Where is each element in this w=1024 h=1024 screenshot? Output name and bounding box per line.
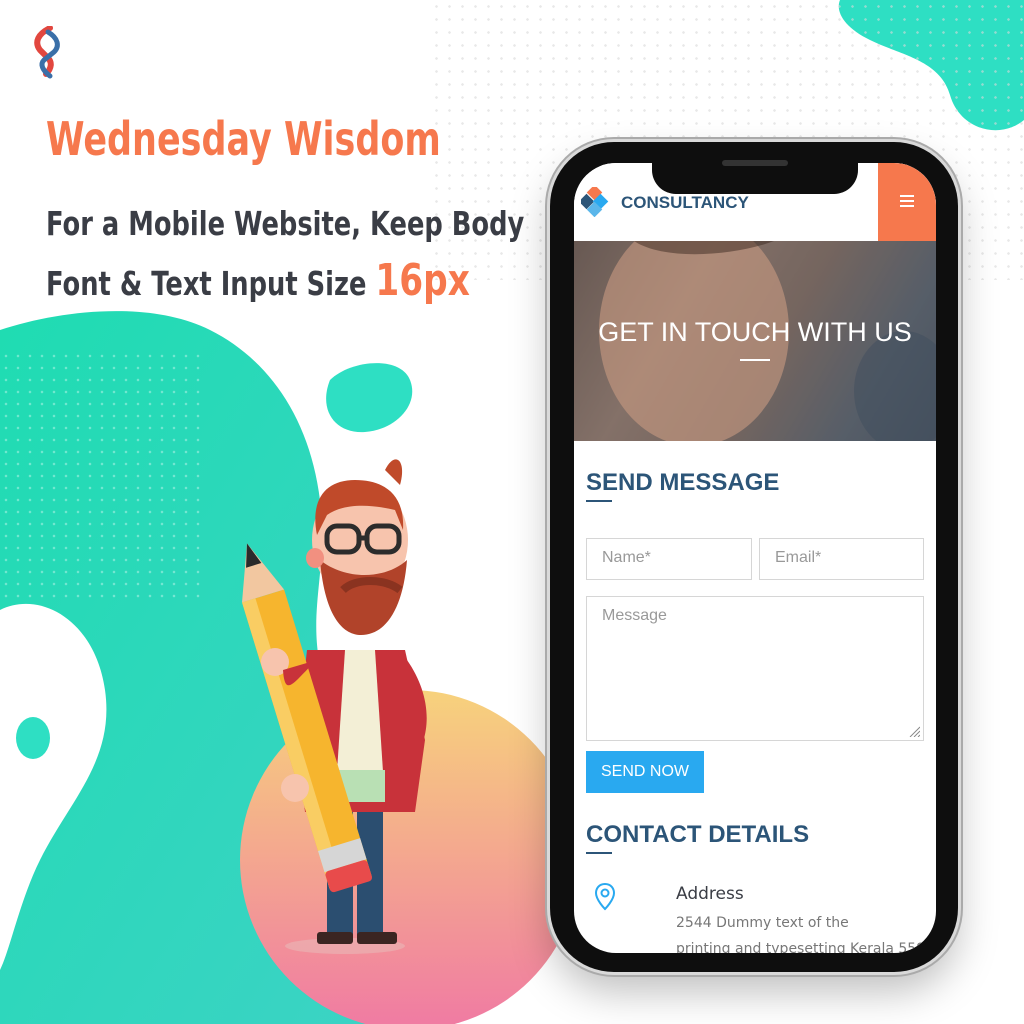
headline-line2: Font & Text Input Size 16px [46,252,524,312]
headline-line1: For a Mobile Website, Keep Body [46,204,525,243]
teal-dot [16,717,50,759]
send-now-button[interactable]: SEND NOW [586,751,704,793]
contact-details-heading: CONTACT DETAILS [586,821,810,848]
phone-speaker [722,160,788,166]
hero-banner: GET IN TOUCH WITH US [574,241,936,441]
consultancy-logo-icon [581,187,609,217]
hero-underline [740,359,770,361]
address-label: Address [676,884,744,904]
address-line2: printing and typesetting Kerala 559 [676,941,926,953]
resize-handle-icon[interactable] [908,725,920,737]
headline-body: For a Mobile Website, Keep Body Font & T… [46,195,524,312]
designer-illustration [242,459,427,954]
headline-title: Wednesday Wisdom [46,112,441,166]
hero-title: GET IN TOUCH WITH US [598,317,912,347]
message-field[interactable]: Message [586,596,924,741]
send-message-underline [586,500,612,502]
hamburger-icon [900,195,914,207]
phone-brand-name[interactable]: CONSULTANCY [621,193,749,213]
email-field[interactable]: Email* [759,538,924,580]
teal-blob-small [326,363,413,433]
headline-line2-text: Font & Text Input Size [46,264,367,303]
brand-logo-icon [34,26,60,79]
contact-details-underline [586,852,612,854]
location-pin-icon [594,882,616,911]
headline-highlight: 16px [375,255,470,306]
menu-button[interactable] [878,163,936,241]
send-message-heading: SEND MESSAGE [586,469,780,496]
phone-screen: CONSULTANCY GET IN TOUCH WITH US SEND ME… [574,163,936,953]
phone-notch [652,150,858,194]
name-field[interactable]: Name* [586,538,752,580]
address-line1: 2544 Dummy text of the [676,915,849,931]
dot-pattern-left [0,350,200,600]
